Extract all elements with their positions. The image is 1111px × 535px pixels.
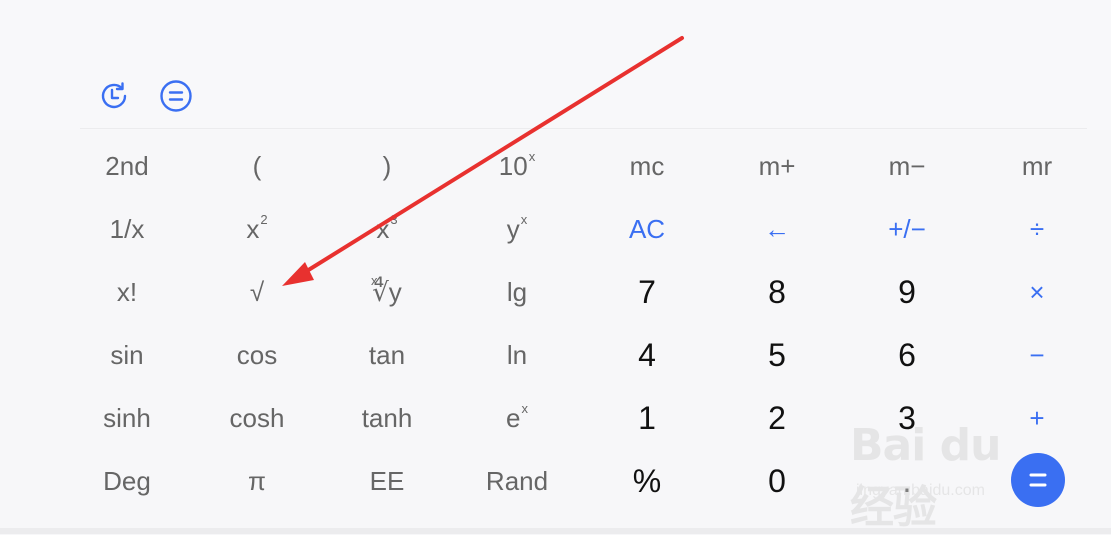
key-sin[interactable]: sin	[62, 324, 192, 387]
equals-button[interactable]	[1011, 453, 1065, 507]
key-m-minus[interactable]: m−	[842, 135, 972, 198]
key-ln[interactable]: ln	[452, 324, 582, 387]
key-3[interactable]: 3	[842, 387, 972, 450]
key-7[interactable]: 7	[582, 261, 712, 324]
key-6[interactable]: 6	[842, 324, 972, 387]
key-percent[interactable]: %	[582, 450, 712, 513]
key-8[interactable]: 8	[712, 261, 842, 324]
key-backspace[interactable]: ←	[712, 198, 842, 261]
key-2[interactable]: 2	[712, 387, 842, 450]
keypad: 2nd ( ) 10 x mc m+ m− mr 1/x x2 x3 yx AC …	[62, 135, 1102, 513]
key-cosh[interactable]: cosh	[192, 387, 322, 450]
key-open-paren[interactable]: (	[192, 135, 322, 198]
key-add[interactable]: +	[972, 387, 1102, 450]
key-y-power-base: y	[506, 214, 520, 244]
key-x-squared-exp: 2	[260, 212, 268, 227]
key-plus-minus[interactable]: +/−	[842, 198, 972, 261]
key-nth-root[interactable]: x ∜y	[322, 261, 452, 324]
key-x-cubed[interactable]: x3	[322, 198, 452, 261]
key-mr[interactable]: mr	[972, 135, 1102, 198]
key-e-power[interactable]: ex	[452, 387, 582, 450]
key-1[interactable]: 1	[582, 387, 712, 450]
key-sinh[interactable]: sinh	[62, 387, 192, 450]
key-2nd[interactable]: 2nd	[62, 135, 192, 198]
key-rand[interactable]: Rand	[452, 450, 582, 513]
key-tan[interactable]: tan	[322, 324, 452, 387]
key-5[interactable]: 5	[712, 324, 842, 387]
key-reciprocal[interactable]: 1/x	[62, 198, 192, 261]
key-pi[interactable]: π	[192, 450, 322, 513]
key-0[interactable]: 0	[712, 450, 842, 513]
key-x-cubed-exp: 3	[390, 212, 398, 227]
key-9[interactable]: 9	[842, 261, 972, 324]
toolbar-divider	[80, 128, 1087, 129]
key-tanh[interactable]: tanh	[322, 387, 452, 450]
key-decimal[interactable]: .	[842, 450, 972, 513]
key-deg[interactable]: Deg	[62, 450, 192, 513]
key-ten-power[interactable]: 10 x	[452, 135, 582, 198]
key-multiply[interactable]: ×	[972, 261, 1102, 324]
key-ee[interactable]: EE	[322, 450, 452, 513]
key-ten-power-exp: x	[528, 149, 536, 164]
key-y-power[interactable]: yx	[452, 198, 582, 261]
key-4[interactable]: 4	[582, 324, 712, 387]
key-e-power-exp: x	[521, 401, 528, 416]
equals-icon	[1029, 473, 1047, 487]
key-ten-power-base: 10	[498, 151, 528, 181]
key-divide[interactable]: ÷	[972, 198, 1102, 261]
key-m-plus[interactable]: m+	[712, 135, 842, 198]
key-nth-root-index: x	[371, 273, 378, 288]
key-mc[interactable]: mc	[582, 135, 712, 198]
key-close-paren[interactable]: )	[322, 135, 452, 198]
key-sqrt[interactable]: √	[192, 261, 322, 324]
key-y-power-exp: x	[520, 212, 528, 227]
key-factorial[interactable]: x!	[62, 261, 192, 324]
key-x-squared[interactable]: x2	[192, 198, 322, 261]
menu-icon[interactable]	[159, 79, 193, 113]
key-cos[interactable]: cos	[192, 324, 322, 387]
history-icon[interactable]	[97, 79, 131, 113]
key-log10[interactable]: lg	[452, 261, 582, 324]
key-all-clear[interactable]: AC	[582, 198, 712, 261]
bottom-edge	[0, 528, 1111, 534]
key-e-power-base: e	[506, 403, 521, 433]
key-subtract[interactable]: −	[972, 324, 1102, 387]
key-x-cubed-base: x	[376, 214, 390, 244]
key-x-squared-base: x	[246, 214, 260, 244]
